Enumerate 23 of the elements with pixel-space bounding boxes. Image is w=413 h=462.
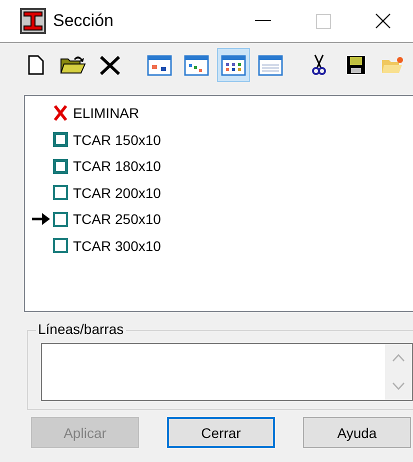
list-item[interactable]: TCAR 300x10 bbox=[53, 238, 161, 254]
new-file-icon bbox=[28, 55, 44, 75]
open-folder-icon bbox=[60, 55, 86, 75]
list-item[interactable]: TCAR 150x10 bbox=[53, 132, 161, 148]
group-title: Líneas/barras bbox=[36, 321, 126, 337]
window-view-icon bbox=[146, 54, 172, 76]
list-item[interactable]: TCAR 200x10 bbox=[53, 184, 161, 201]
scissors-icon bbox=[310, 54, 327, 76]
new-folder-icon bbox=[380, 55, 405, 75]
close-icon[interactable] bbox=[375, 13, 391, 29]
cross-icon bbox=[53, 105, 68, 122]
list-item[interactable]: ELIMINAR bbox=[53, 105, 140, 122]
list-item[interactable]: TCAR 180x10 bbox=[53, 158, 161, 174]
minimize-icon[interactable] bbox=[255, 20, 271, 22]
dialog-button[interactable]: Ayuda bbox=[303, 417, 411, 448]
window-title: Sección bbox=[53, 11, 114, 31]
close-button[interactable]: Cerrar bbox=[167, 417, 275, 448]
window-view-icon bbox=[258, 54, 282, 76]
window-view-icon bbox=[220, 54, 246, 76]
list-item[interactable]: TCAR 250x10 bbox=[53, 211, 161, 228]
delete-x-icon bbox=[99, 55, 122, 75]
i-beam-icon bbox=[20, 8, 46, 34]
window-view-icon bbox=[184, 54, 209, 76]
